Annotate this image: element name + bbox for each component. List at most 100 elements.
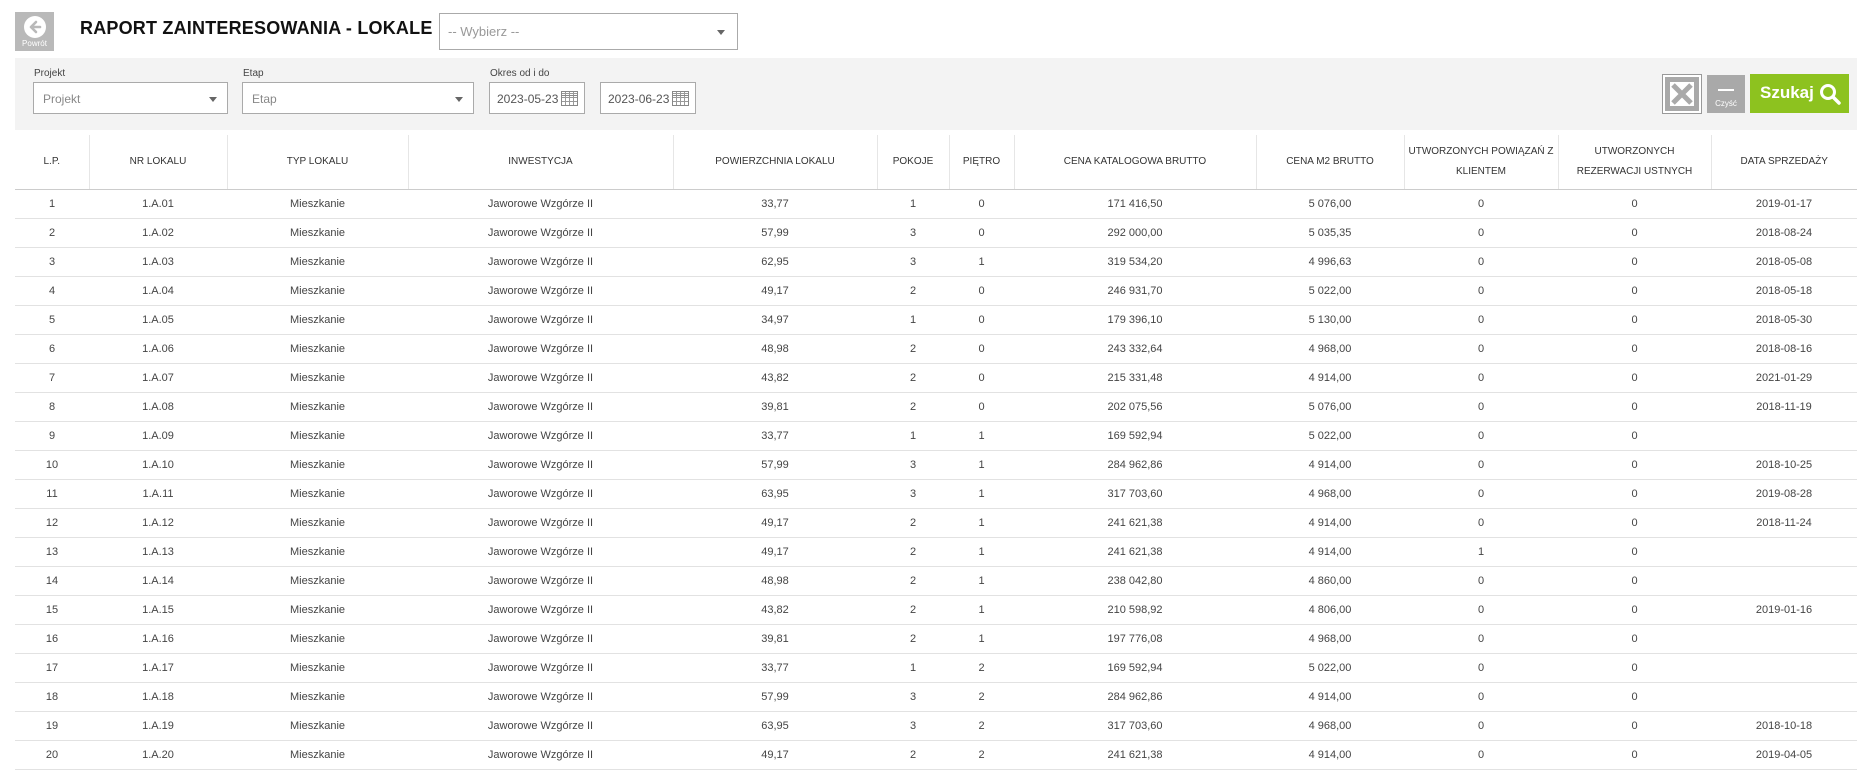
table-cell: Jaworowe Wzgórze II <box>408 305 673 335</box>
table-cell: 7 <box>15 363 89 393</box>
table-row[interactable]: 5 1.A.05 Mieszkanie Jaworowe Wzgórze II 34,9… <box>15 305 1857 335</box>
table-cell: 2018-08-24 <box>1711 218 1857 248</box>
table-cell: 2019-08-28 <box>1711 479 1857 509</box>
table-cell: 0 <box>949 305 1014 335</box>
table-row[interactable]: 4 1.A.04 Mieszkanie Jaworowe Wzgórze II 49,1… <box>15 276 1857 306</box>
clear-button[interactable]: Czyść <box>1707 75 1745 113</box>
report-type-select[interactable]: -- Wybierz -- <box>439 13 738 50</box>
chevron-down-icon <box>209 97 217 102</box>
column-header[interactable]: PIĘTRO <box>949 135 1015 190</box>
table-row[interactable]: 16 1.A.16 Mieszkanie Jaworowe Wzgórze II 39,… <box>15 624 1857 654</box>
table-row[interactable]: 20 1.A.20 Mieszkanie Jaworowe Wzgórze II 49,… <box>15 740 1857 770</box>
date-from-input[interactable]: 2023-05-23 <box>489 82 585 114</box>
table-cell: 4 968,00 <box>1256 711 1404 741</box>
table-cell: 2021-01-29 <box>1711 363 1857 393</box>
table-cell: 48,98 <box>673 334 877 364</box>
table-cell: 0 <box>1558 682 1711 712</box>
table-cell: Mieszkanie <box>227 682 408 712</box>
table-cell: 0 <box>949 276 1014 306</box>
column-header[interactable]: DATA SPRZEDAŻY <box>1711 135 1857 190</box>
table-cell: 13 <box>15 537 89 567</box>
column-header[interactable]: NR LOKALU <box>89 135 228 190</box>
table-cell: 1.A.13 <box>89 537 227 567</box>
column-header[interactable]: UTWORZONYCH POWIĄZAŃ Z KLIENTEM <box>1404 135 1559 190</box>
table-row[interactable]: 12 1.A.12 Mieszkanie Jaworowe Wzgórze II 49,… <box>15 508 1857 538</box>
table-cell: 1 <box>1404 537 1558 567</box>
table-row[interactable]: 7 1.A.07 Mieszkanie Jaworowe Wzgórze II 43,8… <box>15 363 1857 393</box>
table-row[interactable]: 2 1.A.02 Mieszkanie Jaworowe Wzgórze II 57,9… <box>15 218 1857 248</box>
table-cell: 1 <box>949 247 1014 277</box>
column-header[interactable]: INWESTYCJA <box>408 135 674 190</box>
table-cell <box>1711 682 1857 712</box>
reset-filters-button[interactable] <box>1662 74 1702 114</box>
table-row[interactable]: 1 1.A.01 Mieszkanie Jaworowe Wzgórze II 33,7… <box>15 189 1857 219</box>
table-cell: 1 <box>949 624 1014 654</box>
table-cell: Mieszkanie <box>227 421 408 451</box>
column-header[interactable]: CENA M2 BRUTTO <box>1256 135 1405 190</box>
table-cell: Jaworowe Wzgórze II <box>408 537 673 567</box>
table-cell: 43,82 <box>673 595 877 625</box>
filter-bar: Projekt Projekt Etap Etap Okres od i do … <box>15 58 1857 130</box>
column-header[interactable]: POKOJE <box>877 135 950 190</box>
table-cell: 49,17 <box>673 537 877 567</box>
table-cell: 2019-04-05 <box>1711 740 1857 770</box>
column-header[interactable]: TYP LOKALU <box>227 135 409 190</box>
table-row[interactable]: 14 1.A.14 Mieszkanie Jaworowe Wzgórze II 48,… <box>15 566 1857 596</box>
table-cell: 2018-10-25 <box>1711 450 1857 480</box>
table-cell: 1.A.10 <box>89 450 227 480</box>
calendar-icon[interactable] <box>561 91 578 106</box>
table-cell: 0 <box>1404 247 1558 277</box>
table-cell: 284 962,86 <box>1014 450 1256 480</box>
table-cell: 0 <box>1404 595 1558 625</box>
search-button[interactable]: Szukaj <box>1750 74 1849 113</box>
project-label: Projekt <box>34 68 66 79</box>
table-row[interactable]: 8 1.A.08 Mieszkanie Jaworowe Wzgórze II 39,8… <box>15 392 1857 422</box>
table-row[interactable]: 18 1.A.18 Mieszkanie Jaworowe Wzgórze II 57,… <box>15 682 1857 712</box>
table-cell: 292 000,00 <box>1014 218 1256 248</box>
table-cell: 1.A.17 <box>89 653 227 683</box>
table-row[interactable]: 19 1.A.19 Mieszkanie Jaworowe Wzgórze II 63,… <box>15 711 1857 741</box>
table-cell: 2 <box>877 595 949 625</box>
table-cell: 9 <box>15 421 89 451</box>
table-cell: 0 <box>1558 566 1711 596</box>
table-cell: 2 <box>877 508 949 538</box>
column-header[interactable]: UTWORZONYCH REZERWACJI USTNYCH <box>1558 135 1712 190</box>
calendar-icon[interactable] <box>672 91 689 106</box>
date-to-value: 2023-06-23 <box>608 92 670 106</box>
table-cell: 1.A.12 <box>89 508 227 538</box>
table-cell: Mieszkanie <box>227 740 408 770</box>
table-cell: 179 396,10 <box>1014 305 1256 335</box>
clear-label: Czyść <box>1715 99 1737 108</box>
table-row[interactable]: 15 1.A.15 Mieszkanie Jaworowe Wzgórze II 43,… <box>15 595 1857 625</box>
table-cell: 0 <box>1404 624 1558 654</box>
table-body: 1 1.A.01 Mieszkanie Jaworowe Wzgórze II 33,7… <box>15 189 1857 770</box>
table-row[interactable]: 6 1.A.06 Mieszkanie Jaworowe Wzgórze II 48,9… <box>15 334 1857 364</box>
table-row[interactable]: 17 1.A.17 Mieszkanie Jaworowe Wzgórze II 33,… <box>15 653 1857 683</box>
chevron-down-icon <box>455 97 463 102</box>
table-cell: Jaworowe Wzgórze II <box>408 653 673 683</box>
column-header[interactable]: L.P. <box>15 135 90 190</box>
table-row[interactable]: 9 1.A.09 Mieszkanie Jaworowe Wzgórze II 33,7… <box>15 421 1857 451</box>
table-cell: 5 <box>15 305 89 335</box>
table-cell: 39,81 <box>673 392 877 422</box>
table-cell: 20 <box>15 740 89 770</box>
table-row[interactable]: 11 1.A.11 Mieszkanie Jaworowe Wzgórze II 63,… <box>15 479 1857 509</box>
table-row[interactable]: 3 1.A.03 Mieszkanie Jaworowe Wzgórze II 62,9… <box>15 247 1857 277</box>
column-header[interactable]: CENA KATALOGOWA BRUTTO <box>1014 135 1257 190</box>
table-cell: 1 <box>949 450 1014 480</box>
table-cell: 1.A.20 <box>89 740 227 770</box>
date-to-input[interactable]: 2023-06-23 <box>600 82 696 114</box>
table-row[interactable]: 10 1.A.10 Mieszkanie Jaworowe Wzgórze II 57,… <box>15 450 1857 480</box>
table-cell: Jaworowe Wzgórze II <box>408 334 673 364</box>
column-header[interactable]: POWIERZCHNIA LOKALU <box>673 135 878 190</box>
stage-label: Etap <box>243 68 264 79</box>
table-row[interactable]: 13 1.A.13 Mieszkanie Jaworowe Wzgórze II 49,… <box>15 537 1857 567</box>
stage-placeholder: Etap <box>252 92 277 106</box>
table-cell <box>1711 537 1857 567</box>
project-select[interactable]: Projekt <box>33 82 228 114</box>
table-cell: Jaworowe Wzgórze II <box>408 595 673 625</box>
table-cell: 171 416,50 <box>1014 189 1256 219</box>
back-button[interactable]: Powrót <box>15 12 54 51</box>
table-cell: Mieszkanie <box>227 247 408 277</box>
stage-select[interactable]: Etap <box>242 82 474 114</box>
